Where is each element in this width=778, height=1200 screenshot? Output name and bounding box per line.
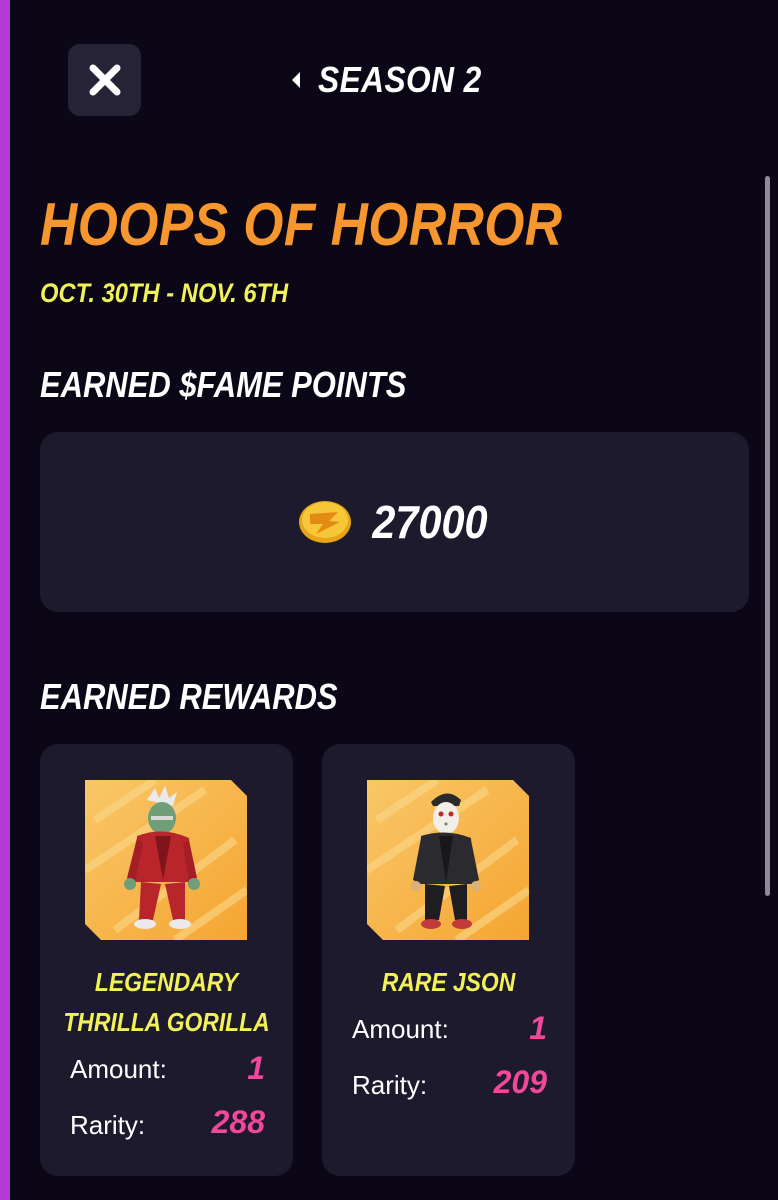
rarity-value: 209 (493, 1064, 547, 1100)
amount-label: Amount: (70, 1054, 167, 1084)
close-icon (89, 64, 120, 96)
left-accent-bar (0, 0, 10, 1200)
amount-value: 1 (247, 1050, 265, 1086)
season-selector[interactable]: SEASON 2 (290, 58, 504, 102)
season-title: SEASON 2 (318, 59, 482, 100)
event-dates: OCT. 30TH - NOV. 6TH (40, 278, 289, 308)
caret-left-icon[interactable] (290, 71, 302, 89)
points-value: 27000 (371, 496, 488, 548)
event-title: HOOPS OF HORROR (40, 191, 563, 258)
reward-card[interactable]: LEGENDARY THRILLA GORILLA Amount: 1 Rari… (40, 744, 293, 1176)
amount-value: 1 (529, 1010, 547, 1046)
zombie-character-icon (85, 780, 247, 940)
close-button[interactable] (68, 44, 141, 116)
rewards-heading: EARNED REWARDS (40, 676, 338, 717)
scrollbar[interactable] (765, 176, 770, 896)
points-card: 27000 (40, 432, 749, 612)
masked-character-icon (367, 780, 529, 940)
points-heading: EARNED $FAME POINTS (40, 364, 407, 405)
rarity-label: Rarity: (70, 1110, 146, 1140)
amount-label: Amount: (352, 1014, 449, 1044)
fame-coin-icon (298, 501, 351, 543)
rarity-value: 288 (211, 1104, 265, 1140)
rarity-label: Rarity: (352, 1070, 428, 1100)
reward-name: RARE JSON (381, 967, 516, 997)
reward-card[interactable]: RARE JSON Amount: 1 Rarity: 209 (322, 744, 575, 1176)
reward-name: LEGENDARY THRILLA GORILLA (63, 967, 270, 1037)
